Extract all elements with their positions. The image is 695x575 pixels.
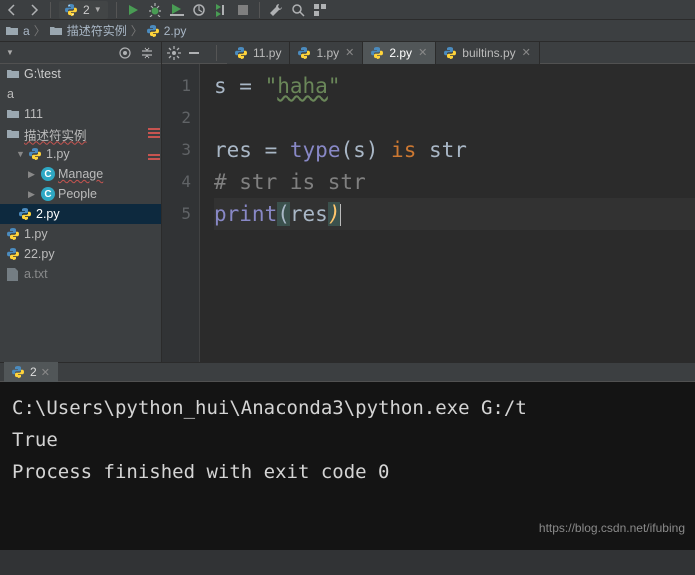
run-console[interactable]: C:\Users\python_hui\Anaconda3\python.exe…: [0, 382, 695, 550]
tree-item-22py[interactable]: 22.py: [0, 244, 161, 264]
breadcrumb-sep: 〉: [131, 22, 143, 39]
gear-icon[interactable]: [166, 45, 182, 61]
tree-item-111[interactable]: 111: [0, 104, 161, 124]
forward-icon[interactable]: [26, 2, 42, 18]
target-icon[interactable]: [117, 45, 133, 61]
code-editor[interactable]: 1 2 3 4 5 s = "haha" res = type(s) is st…: [162, 64, 695, 362]
breadcrumb-root-label: a: [23, 24, 30, 38]
back-icon[interactable]: [4, 2, 20, 18]
expand-arrow-icon[interactable]: ▼: [16, 149, 26, 159]
run-config-label: 2: [83, 3, 90, 17]
breadcrumb-folder-label: 描述符实例: [67, 22, 127, 39]
chevron-down-icon: ▼: [94, 5, 102, 14]
tree-item-1py[interactable]: ▼1.py: [0, 144, 161, 164]
python-icon: [371, 46, 385, 60]
tree-item-atxt[interactable]: a.txt: [0, 264, 161, 284]
python-icon: [12, 365, 26, 379]
editor-toolbar: 11.py 1.py✕ 2.py✕ builtins.py✕: [162, 42, 695, 64]
tree-item-desc[interactable]: 描述符实例: [0, 124, 161, 144]
folder-icon: [50, 24, 64, 38]
python-icon: [235, 46, 249, 60]
tree-item-people[interactable]: ▶CPeople: [0, 184, 161, 204]
tab-2py[interactable]: 2.py✕: [363, 42, 436, 64]
code-content[interactable]: s = "haha" res = type(s) is str # str is…: [200, 64, 695, 362]
run-tab-2[interactable]: 2 ✕: [4, 362, 58, 382]
watermark: https://blog.csdn.net/ifubing: [539, 512, 685, 544]
run-icon[interactable]: [125, 2, 141, 18]
breadcrumb: a 〉 描述符实例 〉 2.py: [0, 20, 695, 42]
breadcrumb-file[interactable]: 2.py: [147, 24, 187, 38]
run-tool-tabs: 2 ✕: [0, 362, 695, 382]
python-icon: [29, 147, 43, 161]
tab-1py[interactable]: 1.py✕: [290, 42, 363, 64]
class-icon: C: [41, 187, 55, 201]
python-icon: [19, 207, 33, 221]
main-toolbar: 2 ▼: [0, 0, 695, 20]
project-tree: G:\test a 111 描述符实例 ▼1.py ▶CManage ▶CPeo…: [0, 64, 161, 362]
concurrency-icon[interactable]: [213, 2, 229, 18]
chevron-down-icon[interactable]: ▼: [6, 48, 14, 57]
code-line: [214, 102, 695, 134]
expand-arrow-icon[interactable]: ▶: [28, 169, 38, 180]
run-config-combo[interactable]: 2 ▼: [59, 1, 108, 19]
text-file-icon: [7, 267, 21, 281]
collapse-icon[interactable]: [139, 45, 155, 61]
code-line: # str is str: [214, 166, 695, 198]
tab-11py[interactable]: 11.py: [227, 42, 290, 64]
breadcrumb-folder[interactable]: 描述符实例: [50, 22, 127, 39]
code-line-current: print(res): [214, 198, 695, 230]
search-icon[interactable]: [290, 2, 306, 18]
code-line: res = type(s) is str: [214, 134, 695, 166]
breadcrumb-sep: 〉: [34, 22, 46, 39]
console-line: C:\Users\python_hui\Anaconda3\python.exe…: [12, 392, 683, 424]
folder-icon: [7, 67, 21, 81]
minus-icon[interactable]: [186, 45, 202, 61]
folder-icon: [6, 24, 20, 38]
stop-icon[interactable]: [235, 2, 251, 18]
class-icon: C: [41, 167, 55, 181]
console-line: Process finished with exit code 0: [12, 456, 683, 488]
tree-item-a[interactable]: a: [0, 84, 161, 104]
python-icon: [65, 3, 79, 17]
close-icon[interactable]: ✕: [418, 46, 427, 59]
python-icon: [444, 46, 458, 60]
python-icon: [7, 227, 21, 241]
breadcrumb-file-label: 2.py: [164, 24, 187, 38]
console-line: True: [12, 424, 683, 456]
tree-item-manage[interactable]: ▶CManage: [0, 164, 161, 184]
code-line: s = "haha": [214, 70, 695, 102]
expand-arrow-icon[interactable]: ▶: [28, 189, 38, 200]
close-icon[interactable]: ✕: [345, 46, 354, 59]
folder-icon: [7, 107, 21, 121]
python-icon: [298, 46, 312, 60]
debug-icon[interactable]: [147, 2, 163, 18]
red-marker: [148, 154, 160, 160]
python-icon: [7, 247, 21, 261]
tree-root-label: G:\test: [24, 67, 61, 81]
run-tab-label: 2: [30, 365, 37, 379]
coverage-icon[interactable]: [169, 2, 185, 18]
profile-icon[interactable]: [191, 2, 207, 18]
structure-icon[interactable]: [312, 2, 328, 18]
sidebar-tools: ▼: [0, 42, 161, 64]
tree-item-2py[interactable]: 2.py: [0, 204, 161, 224]
folder-icon: [7, 127, 21, 141]
wrench-icon[interactable]: [268, 2, 284, 18]
tree-item-1py-b[interactable]: 1.py: [0, 224, 161, 244]
python-icon: [147, 24, 161, 38]
editor-area: 11.py 1.py✕ 2.py✕ builtins.py✕ 1 2 3 4 5…: [162, 42, 695, 362]
tab-builtins[interactable]: builtins.py✕: [436, 42, 540, 64]
red-marker: [148, 128, 160, 138]
editor-tabs: 11.py 1.py✕ 2.py✕ builtins.py✕: [227, 42, 540, 64]
tree-root[interactable]: G:\test: [0, 64, 161, 84]
caret: [340, 204, 341, 226]
close-icon[interactable]: ✕: [522, 46, 531, 59]
close-icon[interactable]: ✕: [41, 366, 50, 379]
project-sidebar: ▼ G:\test a 111 描述符实例 ▼1.py ▶CManage ▶CP…: [0, 42, 162, 362]
line-gutter: 1 2 3 4 5: [162, 64, 200, 362]
breadcrumb-root[interactable]: a: [6, 24, 30, 38]
